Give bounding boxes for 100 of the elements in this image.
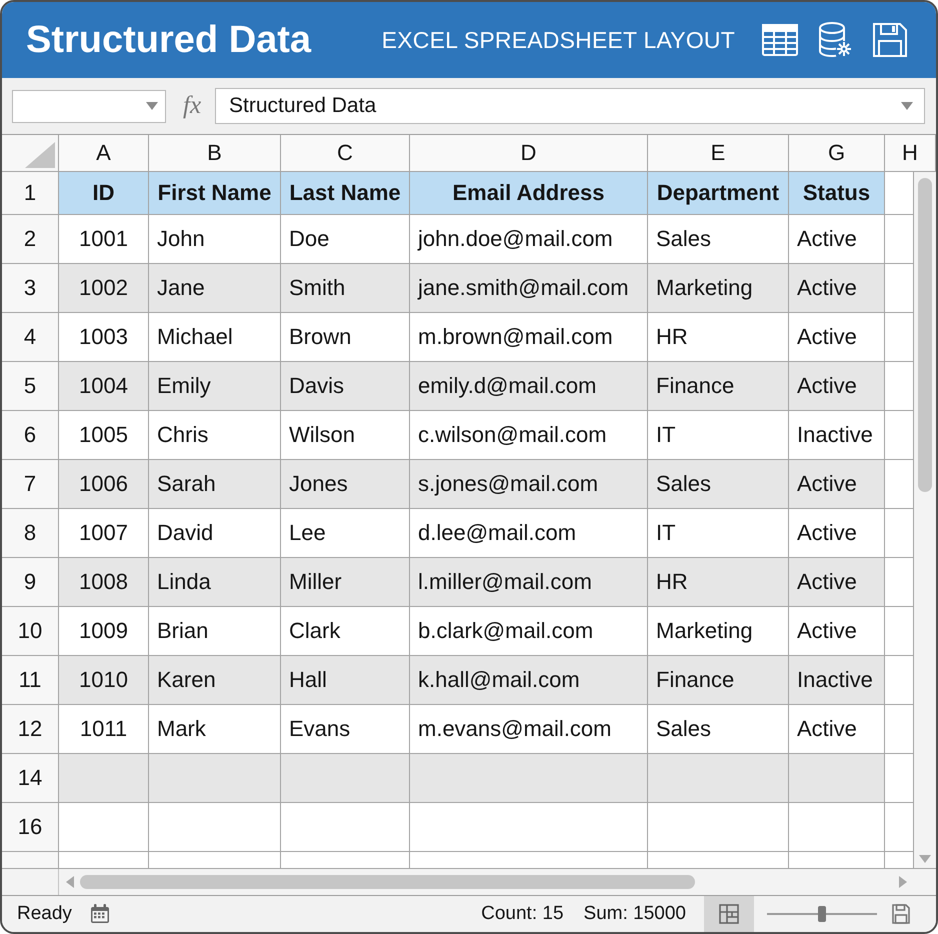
database-icon[interactable] — [818, 22, 852, 58]
formula-field[interactable]: Structured Data — [215, 88, 925, 124]
column-heading: ID — [59, 172, 149, 215]
scrollbar-thumb[interactable] — [918, 178, 932, 492]
caret-down-icon — [146, 102, 158, 110]
table-cell: Karen — [149, 656, 281, 705]
sum-readout: Sum: 15000 — [584, 903, 686, 925]
column-heading: First Name — [149, 172, 281, 215]
table-cell: Marketing — [648, 607, 789, 656]
row-header[interactable]: 16 — [2, 803, 59, 852]
table-cell: d.lee@mail.com — [410, 509, 648, 558]
table-cell: Sales — [648, 460, 789, 509]
table-cell: 1005 — [59, 411, 149, 460]
table-cell: Active — [789, 558, 885, 607]
table-cell: Lee — [281, 509, 410, 558]
table-cell: Linda — [149, 558, 281, 607]
table-cell: Sales — [648, 705, 789, 754]
left-arrow-icon[interactable] — [66, 876, 74, 888]
row-header[interactable]: 1 — [2, 172, 59, 215]
table-cell: Clark — [281, 607, 410, 656]
table-cell: HR — [648, 313, 789, 362]
table-cell: IT — [648, 411, 789, 460]
table-cell: 1007 — [59, 509, 149, 558]
table-cell: Mark — [149, 705, 281, 754]
name-box[interactable] — [12, 90, 166, 122]
grid-icon — [719, 904, 739, 924]
down-arrow-icon[interactable] — [919, 855, 931, 863]
table-icon[interactable] — [762, 24, 798, 56]
table-cell: Chris — [149, 411, 281, 460]
table-cell: Jane — [149, 264, 281, 313]
table-cell: Wilson — [281, 411, 410, 460]
function-label[interactable]: fx — [183, 92, 202, 120]
row-header[interactable]: 8 — [2, 509, 59, 558]
select-all-button[interactable] — [2, 135, 59, 172]
column-header[interactable]: G — [789, 135, 885, 172]
column-header[interactable]: H — [885, 135, 936, 172]
column-heading: Status — [789, 172, 885, 215]
row-header[interactable]: 6 — [2, 411, 59, 460]
table-cell: Miller — [281, 558, 410, 607]
row-header[interactable]: 9 — [2, 558, 59, 607]
table-cell: b.clark@mail.com — [410, 607, 648, 656]
column-header[interactable]: A — [59, 135, 149, 172]
row-header[interactable]: 11 — [2, 656, 59, 705]
table-cell: Active — [789, 264, 885, 313]
row-header[interactable]: 12 — [2, 705, 59, 754]
table-cell: Michael — [149, 313, 281, 362]
row-header[interactable]: 2 — [2, 215, 59, 264]
table-cell: Active — [789, 607, 885, 656]
table-cell: Jones — [281, 460, 410, 509]
normal-view-button[interactable] — [704, 896, 754, 932]
table-cell: c.wilson@mail.com — [410, 411, 648, 460]
zoom-slider[interactable] — [767, 906, 877, 922]
table-cell: Emily — [149, 362, 281, 411]
row-header[interactable]: 10 — [2, 607, 59, 656]
status-text: Ready — [17, 903, 72, 925]
window-subtitle: EXCEL SPREADSHEET LAYOUT — [382, 26, 735, 54]
horizontal-scrollbar[interactable] — [2, 868, 936, 895]
column-header[interactable]: C — [281, 135, 410, 172]
save-icon[interactable] — [892, 904, 910, 924]
row-header[interactable]: 14 — [2, 754, 59, 803]
table-cell: m.brown@mail.com — [410, 313, 648, 362]
column-heading: Last Name — [281, 172, 410, 215]
row-header[interactable]: 7 — [2, 460, 59, 509]
table-cell: john.doe@mail.com — [410, 215, 648, 264]
table-cell: 1011 — [59, 705, 149, 754]
table-cell: Brown — [281, 313, 410, 362]
table-cell: 1001 — [59, 215, 149, 264]
table-cell: emily.d@mail.com — [410, 362, 648, 411]
table-cell: John — [149, 215, 281, 264]
table-cell: 1006 — [59, 460, 149, 509]
table-cell: IT — [648, 509, 789, 558]
count-readout: Count: 15 — [481, 903, 564, 925]
triangle-icon — [25, 142, 55, 168]
table-cell: Brian — [149, 607, 281, 656]
caret-down-icon — [901, 102, 913, 110]
table-cell: jane.smith@mail.com — [410, 264, 648, 313]
column-header[interactable]: D — [410, 135, 648, 172]
table-cell: 1002 — [59, 264, 149, 313]
calendar-icon[interactable] — [90, 904, 110, 924]
right-arrow-icon[interactable] — [899, 876, 907, 888]
slider-thumb[interactable] — [818, 906, 826, 922]
vertical-scrollbar[interactable] — [914, 172, 936, 868]
table-cell: l.miller@mail.com — [410, 558, 648, 607]
table-cell: 1004 — [59, 362, 149, 411]
table-cell: Active — [789, 313, 885, 362]
scrollbar-thumb[interactable] — [80, 875, 695, 889]
row-header[interactable]: 4 — [2, 313, 59, 362]
table-cell: 1008 — [59, 558, 149, 607]
table-cell: Smith — [281, 264, 410, 313]
row-header[interactable]: 3 — [2, 264, 59, 313]
table-cell: Doe — [281, 215, 410, 264]
table-cell: David — [149, 509, 281, 558]
table-cell: Active — [789, 215, 885, 264]
row-header[interactable]: 5 — [2, 362, 59, 411]
table-cell: m.evans@mail.com — [410, 705, 648, 754]
table-cell: s.jones@mail.com — [410, 460, 648, 509]
column-header[interactable]: B — [149, 135, 281, 172]
table-cell: Finance — [648, 362, 789, 411]
column-header[interactable]: E — [648, 135, 789, 172]
window-title: Structured Data — [26, 18, 312, 62]
